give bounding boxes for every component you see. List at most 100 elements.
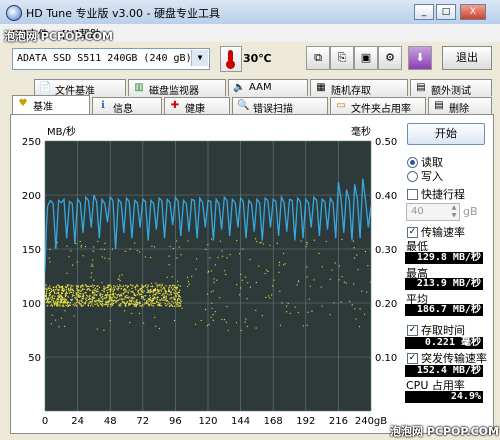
access-dot xyxy=(55,303,57,305)
access-dot xyxy=(124,303,127,305)
read-radio[interactable] xyxy=(407,157,418,168)
access-dot xyxy=(156,300,158,302)
access-dot xyxy=(96,302,98,304)
copy-info-icon[interactable]: ⧉ xyxy=(306,46,330,70)
access-dot xyxy=(168,294,170,296)
access-dot xyxy=(102,295,104,298)
access-dot xyxy=(195,323,197,325)
access-dot xyxy=(49,261,51,263)
access-dot xyxy=(110,288,112,291)
access-dot xyxy=(67,305,70,307)
burst-rate-checkbox[interactable]: ✓ xyxy=(407,353,418,364)
access-dot xyxy=(60,296,62,298)
access-dot xyxy=(89,289,91,291)
access-dot xyxy=(59,302,61,304)
access-dot xyxy=(57,289,59,291)
access-dot xyxy=(119,294,121,296)
tab-file-benchmark[interactable]: 📄 文件基准 xyxy=(34,79,126,97)
access-dot xyxy=(80,293,82,295)
access-dot xyxy=(79,240,81,242)
access-dot xyxy=(91,301,93,303)
access-dot xyxy=(140,305,142,307)
access-dot xyxy=(244,321,246,323)
tab-random-access[interactable]: ▦ 随机存取 xyxy=(310,79,408,97)
copy-clipboard-icon[interactable]: ⎘ xyxy=(330,46,354,70)
write-radio[interactable] xyxy=(407,171,418,182)
access-dot xyxy=(242,248,244,250)
access-dot xyxy=(302,325,304,327)
access-dot xyxy=(52,288,55,291)
access-dot xyxy=(82,255,84,257)
tab-extra-tests[interactable]: ▤ 额外测试 xyxy=(410,79,492,97)
access-dot xyxy=(104,294,106,297)
access-dot xyxy=(51,295,53,297)
access-dot xyxy=(57,295,59,297)
short-stroke-checkbox[interactable] xyxy=(407,189,418,200)
access-dot xyxy=(297,280,300,282)
access-dot xyxy=(144,256,146,258)
access-dot xyxy=(168,285,171,287)
access-dot xyxy=(49,297,51,299)
maximize-button[interactable]: □ xyxy=(436,4,456,20)
save-icon[interactable]: ▣ xyxy=(354,46,378,70)
x-tick-label: 48 xyxy=(104,416,117,427)
tab-error-scan[interactable]: 🔍 错误扫描 xyxy=(232,97,328,115)
access-dot xyxy=(165,300,167,302)
tab-disk-monitor[interactable]: ▥ 磁盘监视器 xyxy=(128,79,226,97)
access-dot xyxy=(107,300,109,302)
info-icon: ℹ xyxy=(101,100,105,111)
access-dot xyxy=(239,253,241,255)
drive-select[interactable]: ADATA SSD S511 240GB (240 gB) ▼ xyxy=(12,48,210,70)
access-dot xyxy=(144,284,147,286)
close-button[interactable]: X xyxy=(460,4,486,20)
exit-button[interactable]: 退出 xyxy=(442,46,492,70)
access-dot xyxy=(157,290,159,292)
tab-benchmark[interactable]: ♥ 基准 xyxy=(12,95,90,114)
access-dot xyxy=(118,278,120,280)
access-dot xyxy=(259,242,261,244)
access-dot xyxy=(88,285,90,288)
access-dot xyxy=(73,315,75,317)
options-icon[interactable]: ⚙ xyxy=(378,46,402,70)
tab-delete[interactable]: ▤ 删除 xyxy=(428,97,492,115)
access-dot xyxy=(89,305,92,307)
short-stroke-spinner[interactable]: 40 ▲ ▼ xyxy=(406,203,460,221)
access-dot xyxy=(56,298,58,300)
access-dot xyxy=(313,279,315,281)
file-icon: 📄 xyxy=(39,82,52,93)
access-dot xyxy=(106,287,108,289)
access-time-checkbox[interactable]: ✓ xyxy=(407,325,418,336)
start-button[interactable]: 开始 xyxy=(407,123,485,145)
access-dot xyxy=(133,303,135,305)
app-icon xyxy=(6,5,22,21)
title-bar[interactable]: HD Tune 专业版 v3.00 - 硬盘专业工具 _ □ X xyxy=(0,0,500,25)
transfer-rate-checkbox[interactable]: ✓ xyxy=(407,227,418,238)
access-dot xyxy=(94,294,96,296)
access-dot xyxy=(55,319,57,321)
access-dot xyxy=(98,298,100,300)
access-dot xyxy=(55,292,57,294)
down-arrow-icon[interactable]: ⬇ xyxy=(408,46,432,70)
access-dot xyxy=(92,291,95,294)
access-dot xyxy=(116,285,118,287)
tab-health[interactable]: ✚ 健康 xyxy=(164,97,230,115)
chevron-down-icon[interactable]: ▼ xyxy=(191,50,208,66)
access-dot xyxy=(149,298,151,300)
access-dot xyxy=(240,329,242,332)
access-dot xyxy=(78,289,80,291)
access-dot xyxy=(177,305,180,307)
tab-info[interactable]: ℹ 信息 xyxy=(92,97,162,115)
access-dot xyxy=(176,257,178,259)
access-dot xyxy=(103,329,105,331)
access-dot xyxy=(334,262,336,264)
tab-aam[interactable]: 🔈 AAM xyxy=(228,79,308,96)
access-dot xyxy=(61,286,63,288)
access-dot xyxy=(147,298,149,300)
access-dot xyxy=(76,286,78,288)
y2-axis-ticks: 0.50 0.40 0.30 0.20 0.10 xyxy=(375,137,397,364)
access-dot xyxy=(103,304,105,306)
minimize-button[interactable]: _ xyxy=(414,4,434,20)
tab-folder-usage[interactable]: ▭ 文件夹占用率 xyxy=(330,97,426,115)
access-dot xyxy=(68,289,70,291)
spin-arrows-icon[interactable]: ▲ ▼ xyxy=(449,204,459,220)
